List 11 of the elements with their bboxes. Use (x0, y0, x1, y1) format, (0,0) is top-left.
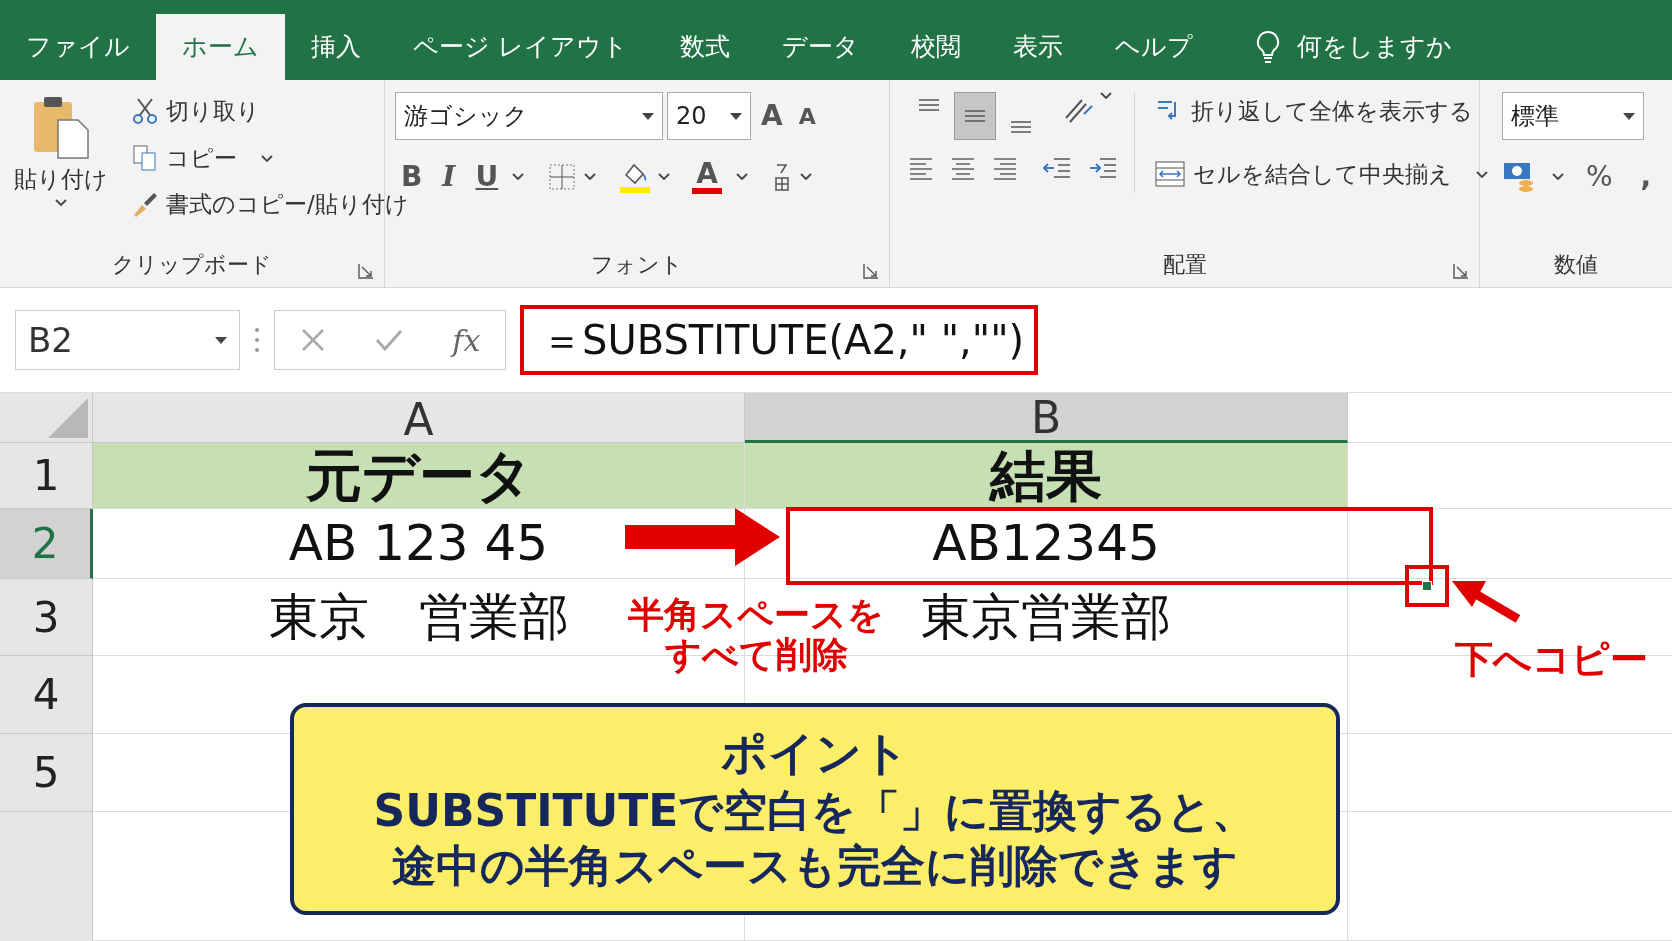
group-label: 数値 (1553, 251, 1599, 279)
callout-text: 途中の半角スペースも完全に削除できます (392, 838, 1238, 893)
header-cell: 結果 (745, 443, 1348, 509)
annotation-label: 半角スペースを すべて削除 (628, 595, 884, 675)
callout-title: ポイント (721, 725, 909, 783)
group-label: クリップボード (111, 251, 273, 279)
group-label: 配置 (1161, 251, 1208, 279)
callout-text: SUBSTITUTEで空白を「」に置換すると、 (373, 783, 1257, 838)
header-cell: 元データ (93, 443, 745, 509)
annotation-label: 下へコピー (1455, 636, 1648, 683)
group-label: フォント (590, 251, 684, 279)
